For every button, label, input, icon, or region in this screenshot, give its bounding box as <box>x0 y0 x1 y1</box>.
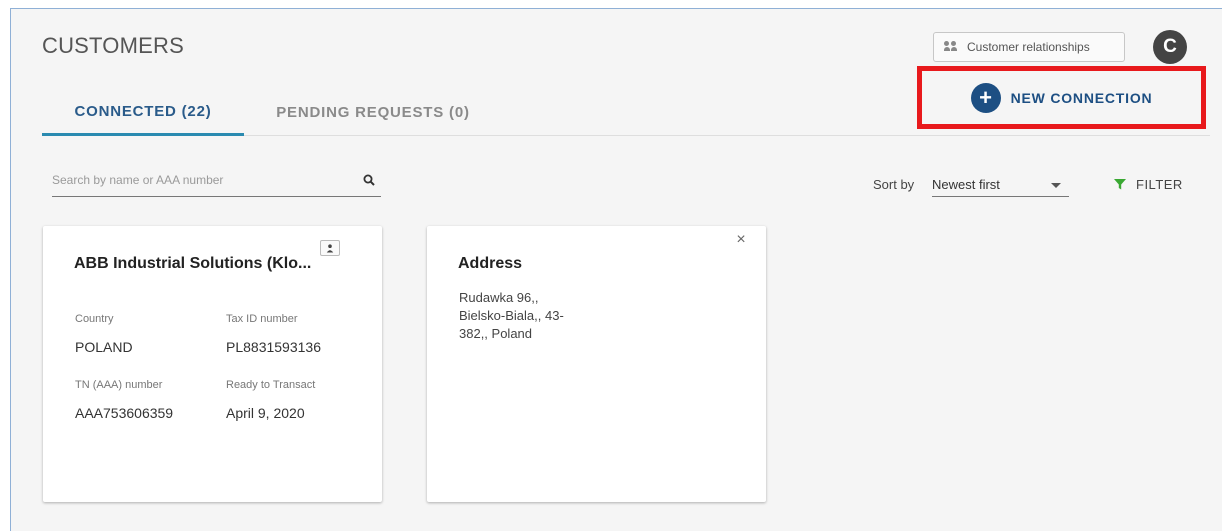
country-value: POLAND <box>75 339 133 355</box>
refresh-button[interactable]: C <box>1153 30 1187 64</box>
tab-connected[interactable]: CONNECTED (22) <box>42 89 244 136</box>
chevron-down-icon <box>1051 183 1061 188</box>
search-input[interactable] <box>52 169 352 191</box>
address-card: × Address Rudawka 96,, Bielsko-Biala,, 4… <box>427 226 766 502</box>
tn-number-label: TN (AAA) number <box>75 379 163 391</box>
ready-to-transact-label: Ready to Transact <box>226 379 316 391</box>
address-line: 382,, Poland <box>459 326 533 341</box>
tax-id-label: Tax ID number <box>226 313 298 325</box>
person-icon <box>326 243 334 252</box>
customer-relationships-button[interactable]: Customer relationships <box>933 32 1125 62</box>
filter-button[interactable]: FILTER <box>1113 174 1183 194</box>
tn-number-value: AAA753606359 <box>75 405 174 421</box>
customer-relationships-label: Customer relationships <box>967 40 1090 54</box>
page-title: CUSTOMERS <box>42 33 184 58</box>
filter-label: FILTER <box>1136 176 1183 192</box>
sort-label: Sort by <box>873 177 915 192</box>
customer-profile-button[interactable] <box>320 240 340 256</box>
search-field <box>52 165 381 197</box>
plus-circle-icon: + <box>970 82 1001 113</box>
address-line: Rudawka 96,, <box>459 290 539 305</box>
refresh-icon: C <box>1163 36 1177 57</box>
address-title: Address <box>458 255 523 272</box>
filter-icon <box>1114 179 1126 190</box>
tab-pending-requests[interactable]: PENDING REQUESTS (0) <box>260 89 486 136</box>
sort-value: Newest first <box>932 177 1000 192</box>
close-icon[interactable]: × <box>733 232 749 248</box>
app-frame: CUSTOMERS Customer relationships C CONNE… <box>10 8 1222 531</box>
new-connection-label: NEW CONNECTION <box>1010 89 1153 106</box>
customer-card[interactable]: ABB Industrial Solutions (Klo... Country… <box>43 226 382 502</box>
ready-to-transact-value: April 9, 2020 <box>226 405 305 421</box>
tax-id-value: PL8831593136 <box>226 339 321 355</box>
new-connection-button[interactable]: + NEW CONNECTION <box>917 66 1206 129</box>
search-icon[interactable] <box>363 174 375 186</box>
customer-name: ABB Industrial Solutions (Klo... <box>74 255 312 272</box>
sort-select[interactable]: Newest first <box>932 169 1069 197</box>
country-label: Country <box>75 313 114 325</box>
people-icon <box>944 41 960 53</box>
address-line: Bielsko-Biala,, 43- <box>459 308 564 323</box>
